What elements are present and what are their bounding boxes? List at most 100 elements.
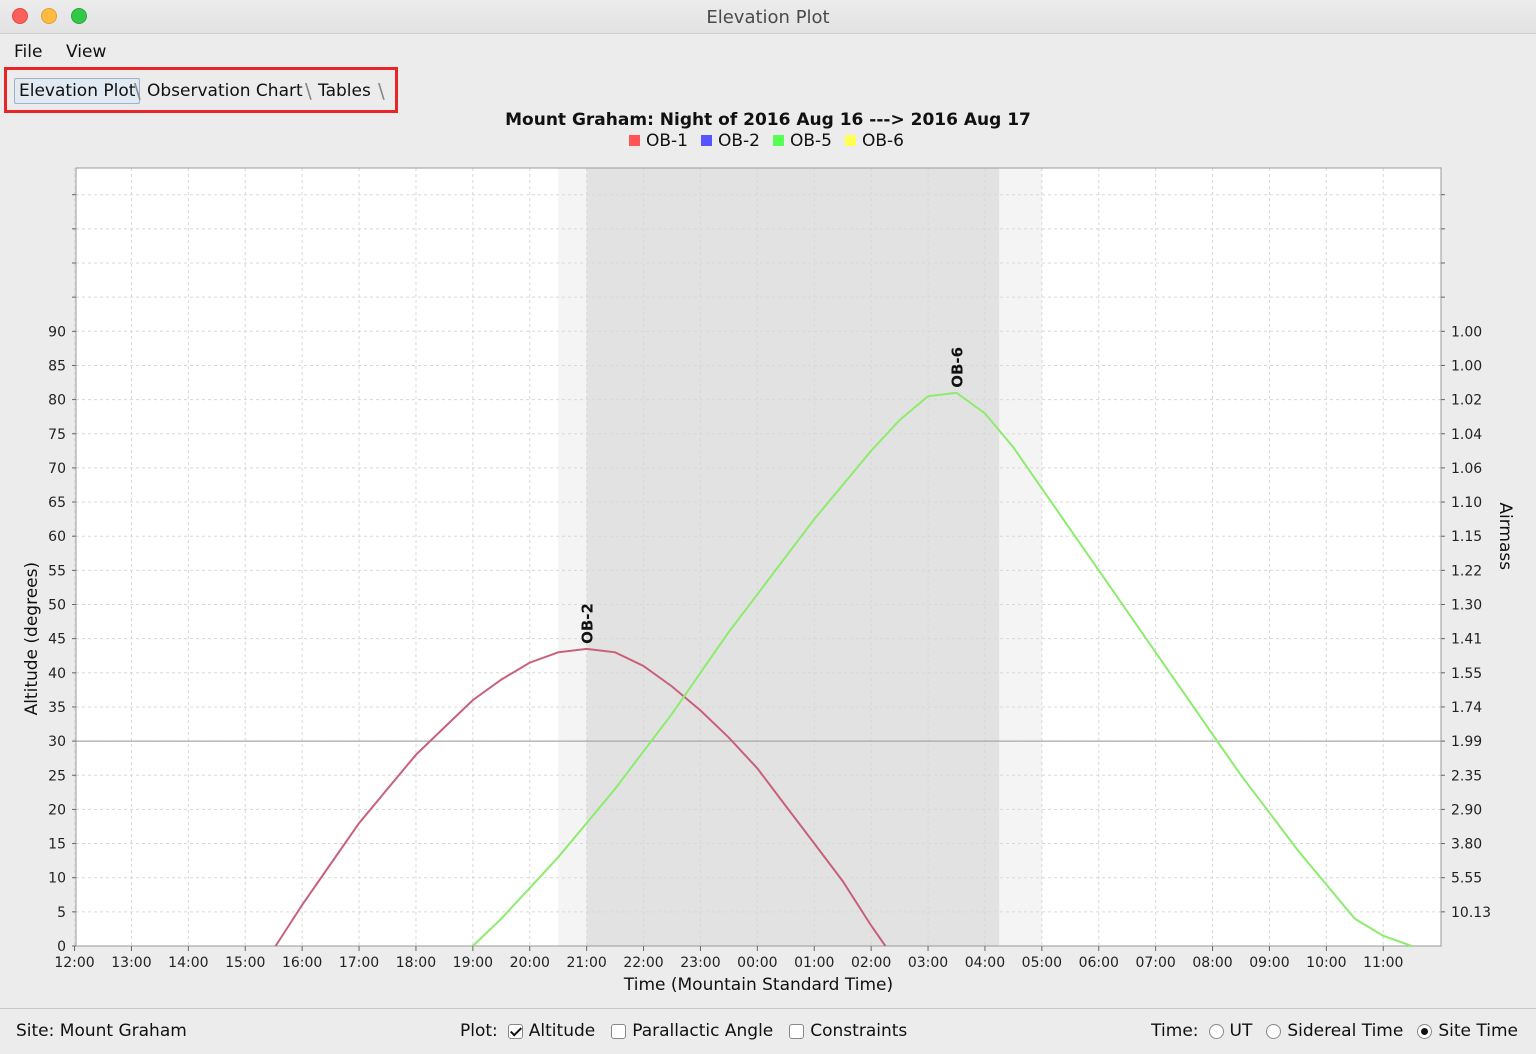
airmass-tick-label: 1.55 (1451, 666, 1482, 682)
site-time-radio[interactable] (1417, 1023, 1433, 1039)
x-tick-label: 17:00 (339, 955, 379, 971)
airmass-tick-label: 1.02 (1451, 393, 1482, 409)
night-band (586, 168, 1000, 946)
menu-view[interactable]: View (66, 42, 106, 62)
sidereal-time-radio[interactable] (1266, 1023, 1282, 1039)
y-tick-label: 30 (48, 734, 66, 750)
ut-radio[interactable] (1208, 1023, 1224, 1039)
x-tick-label: 10:00 (1306, 955, 1346, 971)
y-tick-label: 85 (48, 358, 66, 374)
legend-label: OB-1 (646, 131, 688, 151)
airmass-tick-label: 10.13 (1451, 905, 1491, 921)
airmass-tick-label: 1.00 (1451, 358, 1482, 374)
chart-svg: 0 5 10 15 20 25 30 35 40 45 50 55 60 65 70 75 80 85 90 10.1… (22, 131, 1515, 995)
series-peak-label: OB-6 (949, 347, 967, 388)
tab-separator: \ (134, 79, 141, 103)
airmass-tick-label: 5.55 (1451, 871, 1482, 887)
y-tick-label: 80 (48, 393, 66, 409)
ut-label[interactable]: UT (1230, 1021, 1253, 1041)
site-value: Mount Graham (59, 1021, 187, 1041)
legend-swatch (845, 135, 856, 146)
y-tick-label: 25 (48, 768, 66, 784)
x-tick-label: 11:00 (1363, 955, 1403, 971)
altitude-label[interactable]: Altitude (529, 1021, 595, 1041)
tab-separator: \ (378, 79, 385, 103)
y2-axis-label: Airmass (1495, 502, 1515, 570)
airmass-tick-label: 1.10 (1451, 495, 1482, 511)
y-tick-label: 40 (48, 666, 66, 682)
x-tick-label: 07:00 (1135, 955, 1175, 971)
parallactic-angle-checkbox[interactable] (611, 1023, 627, 1039)
x-tick-label: 02:00 (851, 955, 891, 971)
x-tick-label: 06:00 (1079, 955, 1119, 971)
y-tick-label: 70 (48, 461, 66, 477)
airmass-tick-label: 2.90 (1451, 802, 1482, 818)
legend-label: OB-6 (862, 131, 904, 151)
window-title: Elevation Plot (706, 7, 830, 28)
y-tick-label: 10 (48, 871, 66, 887)
tab-elevation-plot[interactable]: Elevation Plot (14, 78, 141, 104)
legend-swatch (773, 135, 784, 146)
series-peak-label: OB-2 (579, 603, 597, 644)
x-tick-label: 20:00 (510, 955, 550, 971)
x-tick-label: 15:00 (225, 955, 265, 971)
tab-tables[interactable]: Tables (314, 78, 375, 104)
legend-label: OB-2 (718, 131, 760, 151)
airmass-tick-label: 1.00 (1451, 324, 1482, 340)
menu-file[interactable]: File (14, 42, 42, 62)
tab-separator: \ (305, 79, 312, 103)
airmass-tick-label: 1.15 (1451, 529, 1482, 545)
constraints-checkbox[interactable] (789, 1023, 805, 1039)
airmass-tick-label: 1.99 (1451, 734, 1482, 750)
x-tick-label: 01:00 (794, 955, 834, 971)
airmass-tick-label: 1.41 (1451, 632, 1482, 648)
airmass-tick-label: 1.74 (1451, 700, 1482, 716)
y-tick-label: 75 (48, 427, 66, 443)
legend-swatch (701, 135, 712, 146)
y-tick-label: 65 (48, 495, 66, 511)
status-bar: Site: Mount Graham Plot: Altitude Parall… (0, 1008, 1536, 1054)
y-tick-label: 20 (48, 802, 66, 818)
y-tick-label: 90 (48, 324, 66, 340)
y-tick-label: 0 (57, 939, 66, 955)
x-tick-label: 04:00 (965, 955, 1005, 971)
altitude-checkbox[interactable] (507, 1023, 523, 1039)
x-tick-label: 22:00 (623, 955, 663, 971)
x-tick-label: 16:00 (282, 955, 322, 971)
time-label: Time: (1151, 1021, 1199, 1041)
sidereal-time-label[interactable]: Sidereal Time (1287, 1021, 1403, 1041)
site-label: Site: (16, 1021, 55, 1041)
x-tick-label: 08:00 (1192, 955, 1232, 971)
plot-options: Plot: Altitude Parallactic Angle Constra… (460, 1021, 907, 1041)
x-tick-label: 21:00 (566, 955, 606, 971)
site-time-label[interactable]: Site Time (1438, 1021, 1518, 1041)
airmass-tick-label: 3.80 (1451, 837, 1482, 853)
legend-swatch (629, 135, 640, 146)
airmass-tick-label: 1.30 (1451, 598, 1482, 614)
x-tick-label: 19:00 (453, 955, 493, 971)
tab-strip: Elevation Plot \ Observation Chart \ Tab… (8, 72, 398, 110)
y-tick-label: 35 (48, 700, 66, 716)
y-tick-label: 5 (57, 905, 66, 921)
menu-bar: File View (0, 34, 1536, 68)
constraints-label[interactable]: Constraints (810, 1021, 907, 1041)
airmass-tick-label: 2.35 (1451, 768, 1482, 784)
legend-label: OB-5 (790, 131, 832, 151)
tab-observation-chart[interactable]: Observation Chart (143, 78, 307, 104)
x-tick-label: 05:00 (1022, 955, 1062, 971)
x-tick-label: 00:00 (737, 955, 777, 971)
y-tick-label: 45 (48, 632, 66, 648)
x-tick-label: 13:00 (111, 955, 151, 971)
parallactic-angle-label[interactable]: Parallactic Angle (632, 1021, 773, 1041)
title-bar: Elevation Plot (0, 0, 1536, 34)
plot-label: Plot: (460, 1021, 498, 1041)
x-tick-label: 14:00 (168, 955, 208, 971)
site-info: Site: Mount Graham (16, 1021, 187, 1041)
elevation-chart: Mount Graham: Night of 2016 Aug 16 ---> … (0, 110, 1536, 1008)
x-tick-label: 09:00 (1249, 955, 1289, 971)
time-options: Time: UT Sidereal Time Site Time (1151, 1021, 1518, 1041)
y-tick-label: 55 (48, 563, 66, 579)
y-axis-label: Altitude (degrees) (22, 562, 42, 716)
x-axis-label: Time (Mountain Standard Time) (623, 975, 893, 995)
airmass-tick-label: 1.06 (1451, 461, 1482, 477)
